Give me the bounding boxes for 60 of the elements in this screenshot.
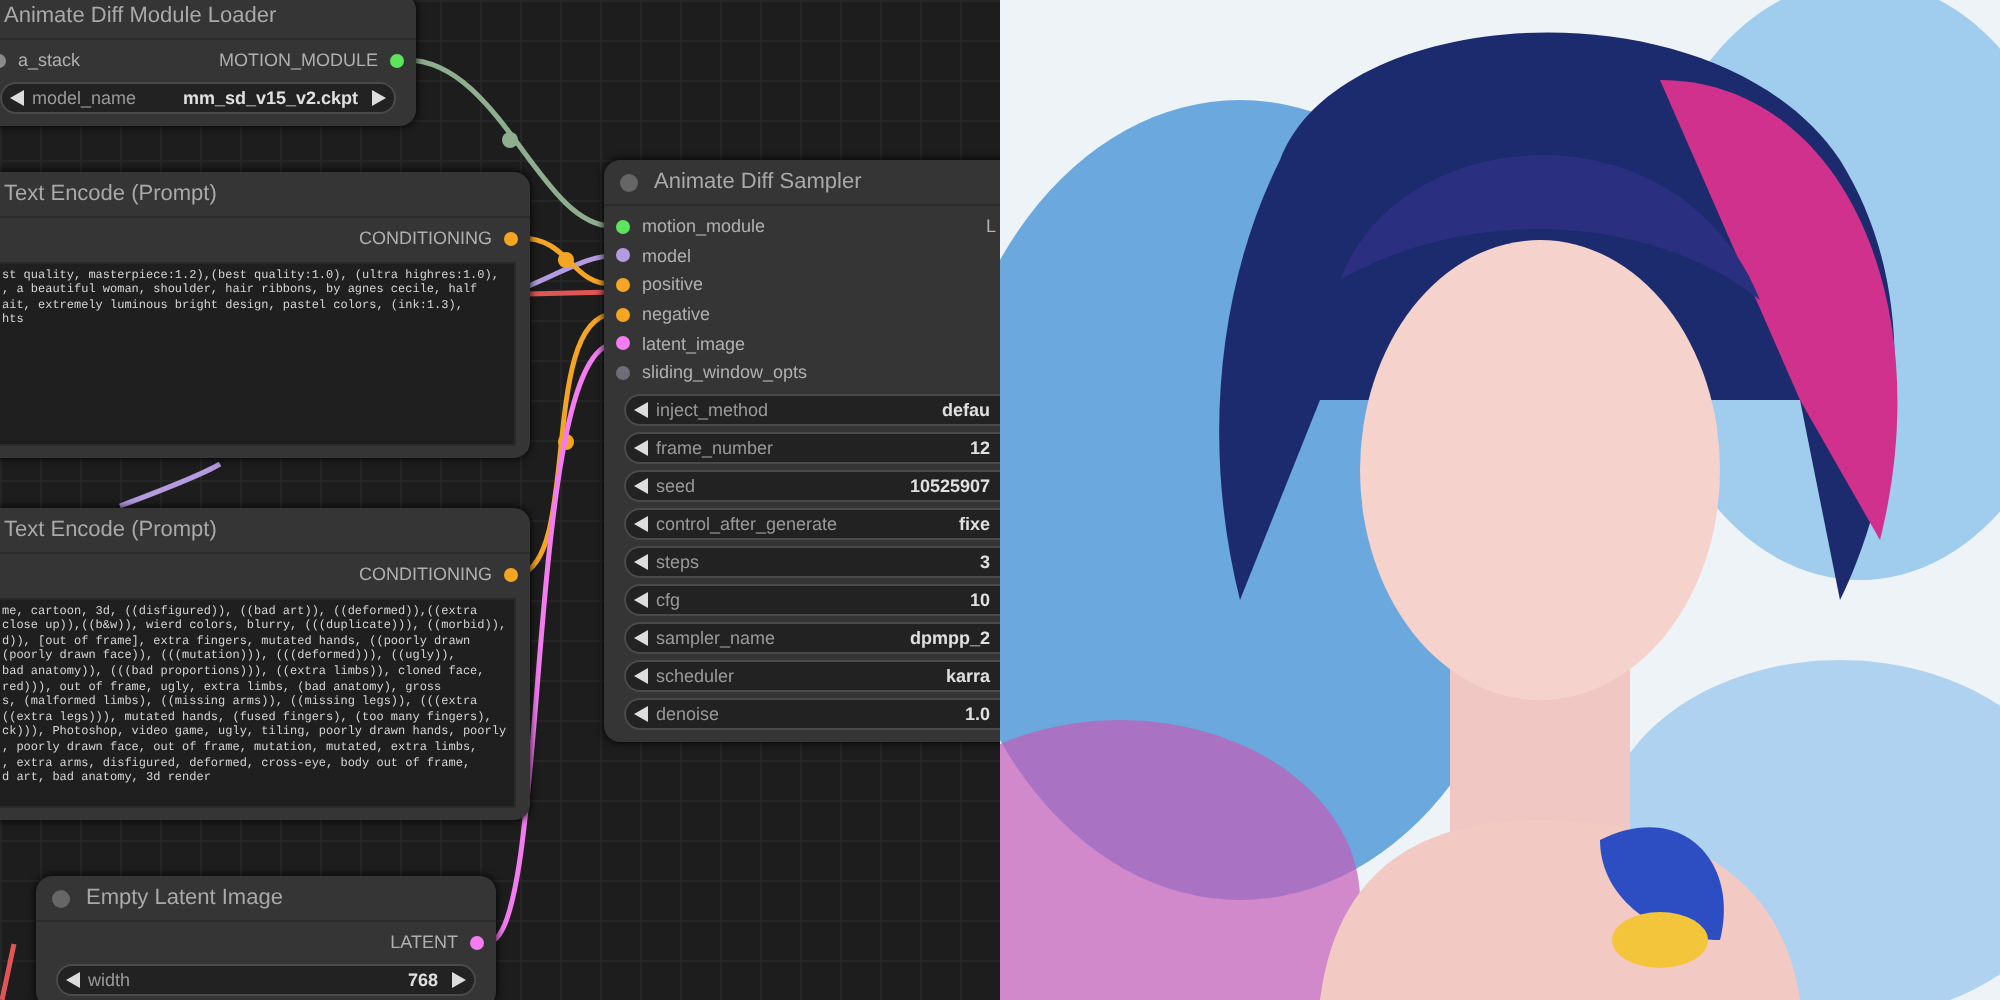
decrement-arrow-icon[interactable] (634, 515, 648, 532)
increment-arrow-icon[interactable] (452, 971, 466, 988)
collapse-dot[interactable] (52, 889, 70, 907)
decrement-arrow-icon[interactable] (634, 553, 648, 570)
widget-field[interactable]: scheduler karra (624, 659, 1000, 692)
input-label: model (642, 245, 692, 266)
node-card[interactable] (604, 160, 1000, 742)
input-label: a_stack (18, 50, 81, 71)
decrement-arrow-icon[interactable] (634, 629, 648, 646)
decrement-arrow-icon[interactable] (66, 971, 80, 988)
decrement-arrow-icon[interactable] (634, 477, 648, 494)
output-label: L (985, 216, 996, 237)
decrement-arrow-icon[interactable] (634, 705, 648, 722)
input-label: motion_module (642, 216, 766, 237)
input-port[interactable] (616, 248, 630, 263)
output-label: MOTION_MODULE (218, 50, 378, 71)
node-title: Text Encode (Prompt) (4, 182, 217, 206)
widget-field[interactable]: inject_method defau (624, 393, 1000, 426)
output-label: CONDITIONING (359, 564, 492, 585)
output-port[interactable] (504, 231, 518, 246)
decrement-arrow-icon[interactable] (634, 439, 648, 456)
increment-arrow-icon[interactable] (372, 89, 386, 106)
wire (119, 461, 222, 509)
widget-field[interactable]: sampler_name dpmpp_2 (624, 621, 1000, 654)
node-card[interactable] (0, 172, 530, 458)
widget-field[interactable]: cfg 10 (624, 583, 1000, 616)
input-port[interactable] (616, 219, 630, 234)
input-port[interactable] (616, 336, 630, 351)
widget-field[interactable]: seed 10525907 (624, 469, 1000, 502)
node-card[interactable]: Empty Latent Image LATENT width 768 (36, 876, 496, 1000)
decrement-arrow-icon[interactable] (10, 89, 24, 106)
input-label: sliding_window_opts (642, 362, 808, 383)
input-port[interactable] (616, 365, 630, 380)
input-label: latent_image (642, 333, 746, 354)
widget-field[interactable]: steps 3 (624, 545, 1000, 578)
input-port[interactable] (616, 277, 630, 292)
collapse-dot[interactable] (620, 173, 638, 191)
wire (0, 943, 17, 1000)
node-title: Empty Latent Image (86, 886, 283, 910)
output-port[interactable] (504, 567, 518, 582)
node-title: Text Encode (Prompt) (4, 518, 217, 542)
input-port[interactable] (616, 307, 630, 322)
input-label: positive (642, 274, 704, 295)
widget-field[interactable]: model_name mm_sd_v15_v2.ckpt (0, 81, 396, 114)
output-port[interactable] (470, 935, 484, 950)
decrement-arrow-icon[interactable] (634, 667, 648, 684)
output-port[interactable] (390, 53, 404, 68)
node-card[interactable]: Animate Diff Module Loader a_stack MOTION_MODULE model_name mm_sd_v15_v2.ckpt (0, 0, 416, 126)
output-label: CONDITIONING (359, 228, 492, 249)
decrement-arrow-icon[interactable] (634, 591, 648, 608)
node-title: Animate Diff Sampler (654, 170, 862, 194)
output-label: LATENT (390, 932, 458, 953)
node-card[interactable] (0, 508, 530, 820)
decrement-arrow-icon[interactable] (634, 401, 648, 418)
widget-field[interactable]: control_after_generate fixe (624, 507, 1000, 540)
widget-field[interactable]: denoise 1.0 (624, 697, 1000, 730)
widget-field[interactable]: frame_number 12 (624, 431, 1000, 464)
node-title: Animate Diff Module Loader (4, 4, 277, 28)
widget-field[interactable]: width 768 (56, 963, 476, 996)
input-label: negative (642, 304, 711, 325)
